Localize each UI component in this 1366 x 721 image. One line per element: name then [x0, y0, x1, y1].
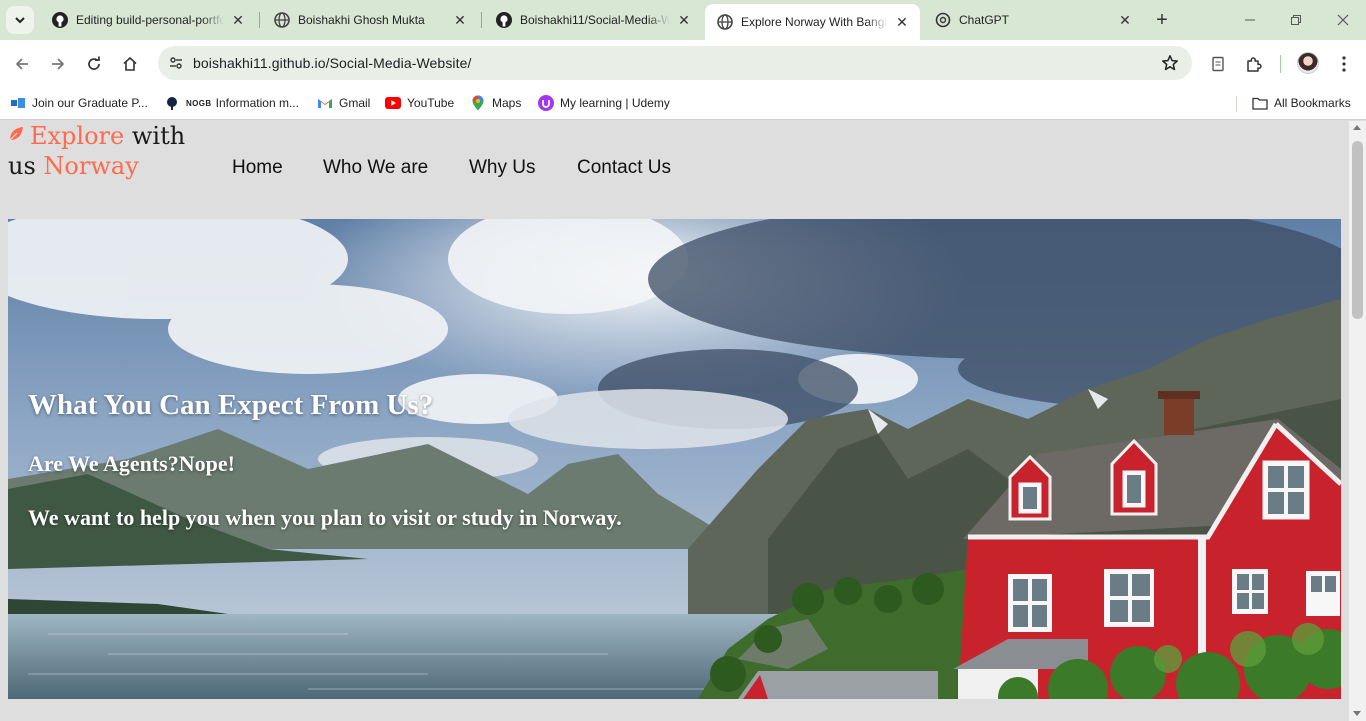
minimize-button[interactable] [1240, 10, 1260, 30]
url-text[interactable]: boishakhi11.github.io/Social-Media-Websi… [193, 55, 472, 71]
scroll-down-arrow-icon[interactable] [1353, 711, 1361, 716]
logo-word-explore: Explore [30, 122, 125, 150]
all-bookmarks-label: All Bookmarks [1274, 96, 1351, 110]
nav-why-us[interactable]: Why Us [469, 157, 536, 179]
udemy-icon [538, 95, 554, 111]
bookmark-label: YouTube [407, 96, 455, 110]
nogb-icon [164, 95, 180, 111]
reload-button[interactable] [80, 50, 108, 78]
page-viewport: Explore with us Norway Home Who We are W… [0, 121, 1349, 721]
bookmark-udemy[interactable]: My learning | Udemy [538, 93, 670, 113]
browser-toolbar: boishakhi11.github.io/Social-Media-Websi… [0, 40, 1366, 86]
bookmark-star-icon[interactable] [1160, 53, 1180, 73]
hero-banner: What You Can Expect From Us? Are We Agen… [8, 219, 1341, 699]
maps-icon [470, 95, 486, 111]
bookmark-youtube[interactable]: YouTube [385, 93, 454, 113]
tab-search-button[interactable] [6, 6, 34, 34]
minimize-icon [1245, 19, 1255, 21]
reload-icon [88, 56, 100, 70]
tab-title: ChatGPT [959, 13, 1010, 27]
site-info-icon[interactable] [166, 53, 186, 73]
bookmark-label: Join our Graduate P... [32, 96, 148, 110]
home-button[interactable] [116, 50, 144, 78]
forward-button[interactable] [44, 50, 72, 78]
logo-word-with: with [131, 122, 186, 150]
nav-who-we-are[interactable]: Who We are [323, 157, 428, 179]
address-bar[interactable]: boishakhi11.github.io/Social-Media-Websi… [158, 46, 1192, 80]
extensions-button[interactable] [1242, 52, 1266, 76]
tab-title: Boishakhi11/Social-Media-Website [520, 13, 670, 27]
folder-icon [1252, 95, 1268, 111]
logo-word-norway: Norway [43, 152, 139, 180]
leaf-icon [9, 127, 23, 141]
tab-strip: Editing build-personal-portfolio ✕ Boish… [0, 0, 1366, 40]
hero-heading: What You Can Expect From Us? [28, 389, 434, 421]
bookmark-graduate-program[interactable]: Join our Graduate P... [10, 93, 148, 113]
youtube-icon [385, 95, 401, 111]
toolbar-separator [1280, 55, 1281, 73]
bookmark-label: Gmail [339, 96, 371, 110]
tab-editing-portfolio[interactable]: Editing build-personal-portfolio ✕ [40, 6, 256, 34]
reading-mode-button[interactable] [1206, 52, 1230, 76]
tab-chatgpt[interactable]: ChatGPT ✕ [923, 6, 1143, 34]
nav-contact-us[interactable]: Contact Us [577, 157, 671, 179]
tab-title: Editing build-personal-portfolio [76, 13, 224, 27]
scroll-thumb[interactable] [1352, 141, 1363, 319]
back-button[interactable] [8, 50, 36, 78]
restore-button[interactable] [1286, 10, 1306, 30]
hero-subheading: Are We Agents?Nope! [28, 451, 235, 476]
logo-word-us: us [8, 152, 36, 180]
globe-icon [274, 12, 290, 28]
gmail-icon [317, 95, 333, 111]
arrow-left-icon [15, 58, 28, 70]
more-vertical-icon [1342, 56, 1346, 72]
scroll-up-arrow-icon[interactable] [1353, 125, 1361, 130]
bookmark-nogb[interactable]: NOGB Information m... [164, 93, 299, 113]
new-tab-button[interactable]: + [1150, 8, 1174, 32]
tab-social-media-repo[interactable]: Boishakhi11/Social-Media-Website ✕ [484, 6, 702, 34]
chatgpt-icon [935, 12, 951, 28]
close-window-button[interactable] [1333, 10, 1353, 30]
menu-button[interactable] [1332, 52, 1356, 76]
close-icon[interactable]: ✕ [674, 10, 694, 30]
all-bookmarks-button[interactable]: All Bookmarks [1252, 93, 1351, 113]
bookmark-maps[interactable]: Maps [470, 93, 521, 113]
restore-icon [1291, 15, 1301, 25]
globe-icon [717, 14, 733, 30]
close-icon [1337, 14, 1349, 26]
bookmark-prefix: NOGB [186, 98, 212, 108]
tab-title: Explore Norway With Bangladeshi [741, 15, 888, 29]
github-icon [52, 12, 68, 28]
puzzle-icon [1247, 57, 1262, 72]
tab-boishakhi[interactable]: Boishakhi Ghosh Mukta ✕ [262, 6, 478, 34]
close-icon[interactable]: ✕ [1115, 10, 1135, 30]
page-scrollbar[interactable] [1349, 121, 1366, 721]
arrow-right-icon [52, 58, 65, 70]
document-icon [1212, 56, 1224, 72]
hero-text: We want to help you when you plan to vis… [28, 505, 622, 530]
microsoft-icon [10, 95, 26, 111]
close-icon[interactable]: ✕ [450, 10, 470, 30]
tab-explore-norway[interactable]: Explore Norway With Bangladeshi ✕ [705, 4, 920, 40]
bookmarks-bar: Join our Graduate P... NOGB Information … [0, 86, 1366, 120]
bookmark-gmail[interactable]: Gmail [317, 93, 370, 113]
profile-avatar[interactable] [1297, 52, 1319, 74]
home-icon [123, 56, 137, 71]
bookmark-label: Information m... [215, 96, 299, 110]
close-icon[interactable]: ✕ [892, 12, 912, 32]
chevron-down-icon [15, 17, 25, 24]
tab-separator [481, 12, 482, 28]
bookmarks-separator [1236, 96, 1237, 112]
tab-separator [259, 12, 260, 28]
bookmark-label: Maps [492, 96, 522, 110]
github-icon [496, 12, 512, 28]
bookmark-label: My learning | Udemy [560, 96, 670, 110]
close-icon[interactable]: ✕ [228, 10, 248, 30]
site-logo[interactable]: Explore with us Norway [8, 121, 188, 181]
tab-title: Boishakhi Ghosh Mukta [298, 13, 425, 27]
nav-home[interactable]: Home [232, 157, 283, 179]
plus-icon: + [1156, 8, 1168, 31]
